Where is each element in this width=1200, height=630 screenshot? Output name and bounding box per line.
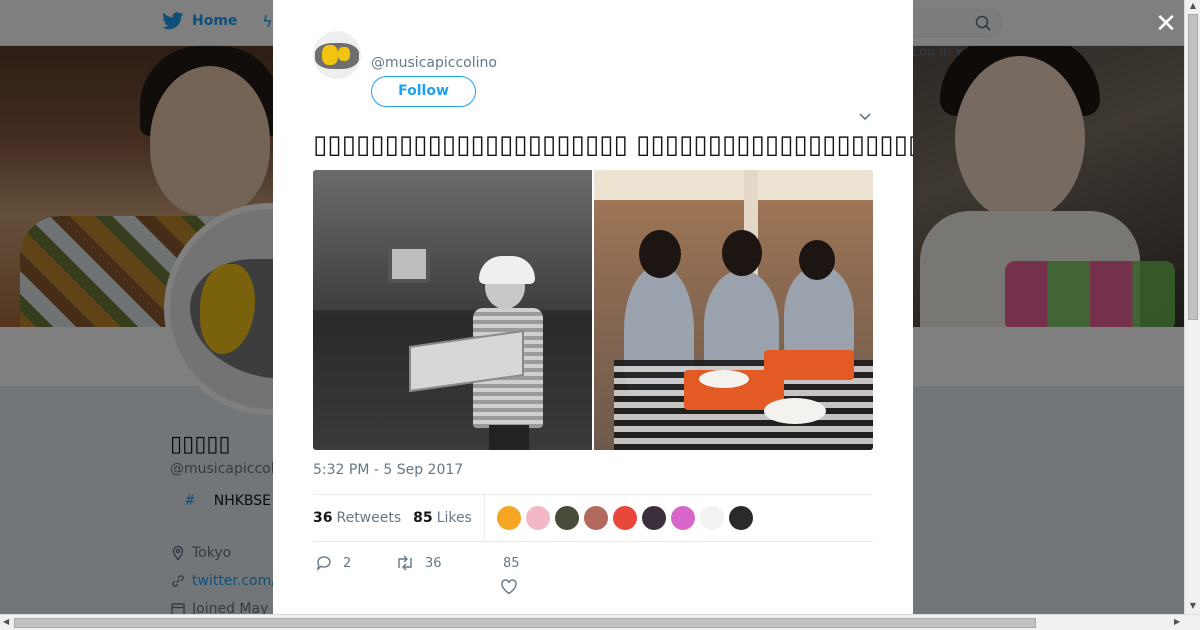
retweet-button[interactable]: 36 bbox=[395, 554, 442, 572]
vertical-scroll-thumb[interactable] bbox=[1188, 14, 1198, 320]
tweet-timestamp[interactable]: 5:32 PM - 5 Sep 2017 bbox=[313, 462, 463, 478]
heart-icon[interactable] bbox=[500, 578, 518, 596]
vertical-scrollbar[interactable]: ▲ ▼ bbox=[1184, 0, 1200, 614]
scroll-up-arrow-icon[interactable]: ▲ bbox=[1188, 1, 1198, 10]
horizontal-scroll-thumb[interactable] bbox=[14, 618, 1036, 628]
retweets-stat[interactable]: 36 Retweets bbox=[313, 510, 401, 526]
tweet-author-handle[interactable]: @musicapiccolino bbox=[371, 55, 497, 71]
liker-avatar[interactable] bbox=[525, 506, 550, 530]
tweet-media bbox=[313, 170, 873, 450]
reply-icon bbox=[316, 556, 331, 571]
scroll-left-arrow-icon[interactable]: ◀ bbox=[3, 617, 9, 626]
chevron-down-icon[interactable] bbox=[857, 108, 873, 124]
liker-avatar[interactable] bbox=[496, 506, 521, 530]
tweet-modal: @musicapiccolino Follow ▯▯▯▯▯▯▯▯▯▯▯▯▯▯▯▯… bbox=[273, 0, 913, 614]
tweet-author-avatar[interactable] bbox=[313, 31, 361, 79]
close-modal-icon[interactable]: ✕ bbox=[1154, 11, 1178, 37]
scroll-down-arrow-icon[interactable]: ▼ bbox=[1188, 601, 1198, 610]
liker-avatar[interactable] bbox=[554, 506, 579, 530]
liker-avatar[interactable] bbox=[670, 506, 695, 530]
tweet-photo-right[interactable] bbox=[594, 170, 873, 450]
tweet-stats: 36 Retweets 85 Likes bbox=[313, 495, 753, 541]
tweet-text: ▯▯▯▯▯▯▯▯▯▯▯▯▯▯▯▯▯▯▯▯▯▯ ▯▯▯▯▯▯▯▯▯▯▯▯▯▯▯▯▯… bbox=[313, 130, 913, 160]
retweet-count: 36 bbox=[425, 555, 442, 571]
horizontal-scrollbar[interactable]: ◀ ▶ bbox=[0, 614, 1200, 630]
liker-avatar[interactable] bbox=[583, 506, 608, 530]
reply-button[interactable]: 2 bbox=[315, 554, 351, 572]
tweet-photo-left[interactable] bbox=[313, 170, 592, 450]
liker-avatar[interactable] bbox=[728, 506, 753, 530]
liker-avatar[interactable] bbox=[612, 506, 637, 530]
likers-avatars bbox=[496, 506, 753, 530]
retweet-icon bbox=[398, 555, 412, 571]
tweet-actions: 2 36 85 bbox=[313, 552, 873, 596]
reply-count: 2 bbox=[343, 555, 352, 571]
stats-separator bbox=[483, 495, 485, 541]
liker-avatar[interactable] bbox=[699, 506, 724, 530]
follow-button[interactable]: Follow bbox=[371, 76, 476, 107]
likes-stat[interactable]: 85 Likes bbox=[413, 510, 472, 526]
liker-avatar[interactable] bbox=[641, 506, 666, 530]
divider bbox=[313, 541, 873, 542]
like-count: 85 bbox=[503, 556, 520, 571]
scroll-right-arrow-icon[interactable]: ▶ bbox=[1174, 617, 1180, 626]
